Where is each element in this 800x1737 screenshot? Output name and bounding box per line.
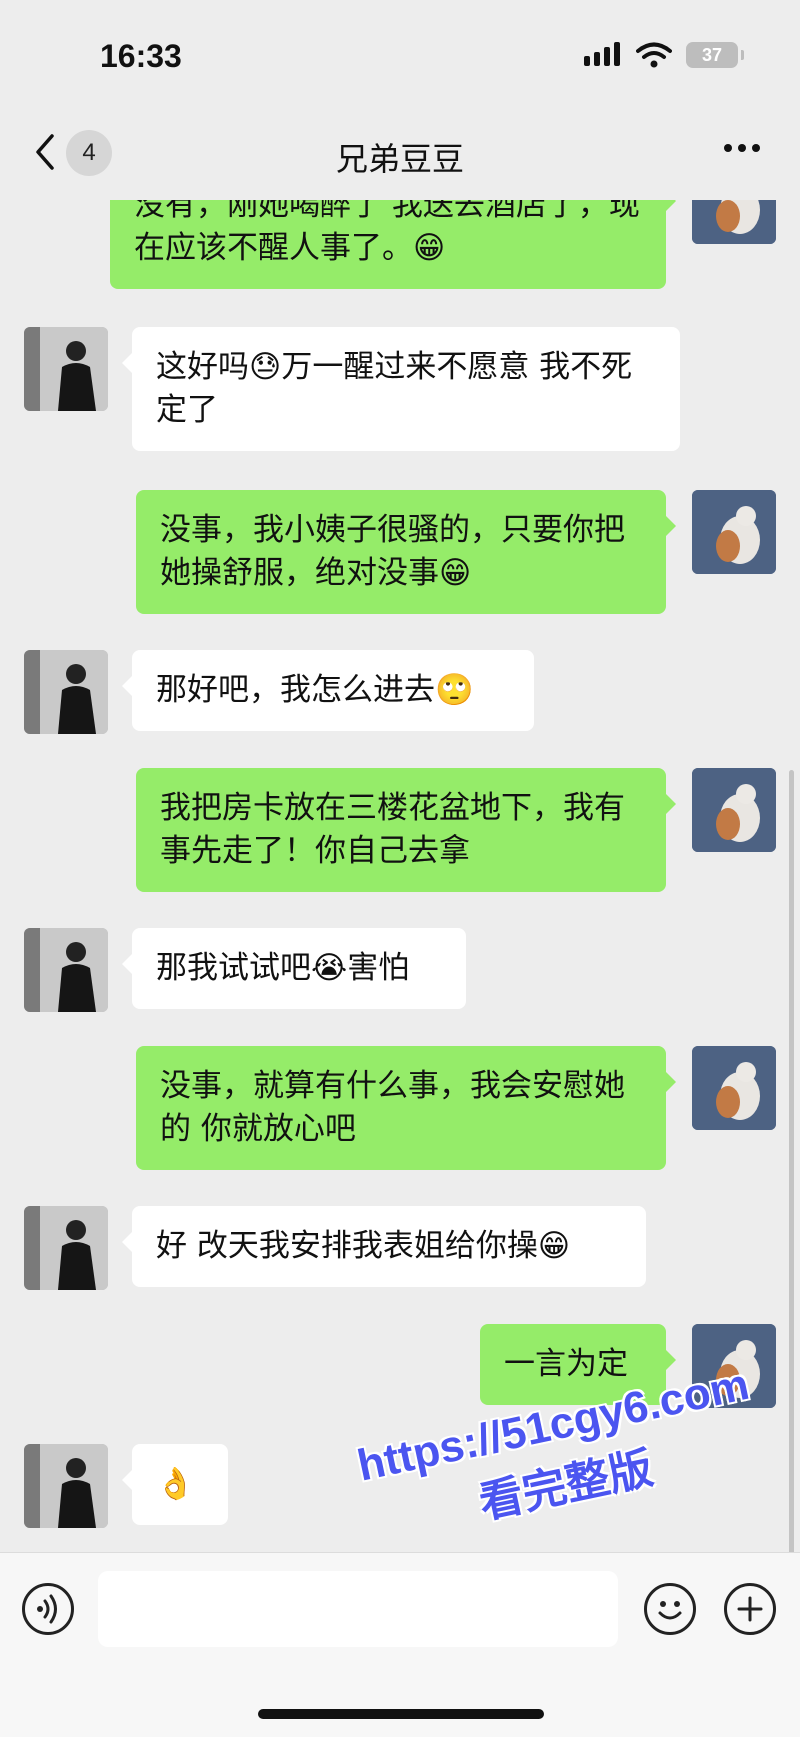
avatar[interactable] [692, 768, 776, 852]
more-dots-icon[interactable] [724, 144, 760, 152]
message-bubble-outgoing[interactable]: 没事，我小姨子很骚的，只要你把她操舒服，绝对没事😁 [136, 490, 676, 614]
message-bubble-incoming[interactable]: 👌 [122, 1444, 228, 1525]
message-list[interactable]: 没有，刚她喝醉了 我送去酒店了，现在应该不醒人事了。😁 这好吗😓万一醒过来不愿意… [0, 200, 800, 1552]
battery-indicator: 37 [686, 42, 744, 68]
message-bubble-incoming[interactable]: 好 改天我安排我表姐给你操😁 [122, 1206, 646, 1287]
avatar[interactable] [24, 327, 108, 411]
man-photo [24, 1444, 108, 1528]
man-photo [24, 928, 108, 1012]
smiley-face [658, 1601, 682, 1620]
chat-title: 兄弟豆豆 [335, 140, 464, 178]
message-bubble-incoming[interactable]: 这好吗😓万一醒过来不愿意 我不死定了 [122, 327, 680, 451]
status-icons: 37 [582, 42, 744, 68]
man-photo [24, 1206, 108, 1290]
message-bubble-outgoing[interactable]: 没事，就算有什么事，我会安慰她的 你就放心吧 [136, 1046, 676, 1170]
cat-photo [692, 768, 776, 852]
message-bubble-outgoing[interactable]: 没有，刚她喝醉了 我送去酒店了，现在应该不醒人事了。😁 [110, 200, 676, 289]
plus-icon[interactable] [724, 1583, 776, 1635]
avatar[interactable] [24, 1206, 108, 1290]
avatar[interactable] [692, 1046, 776, 1130]
voice-waves [37, 1594, 57, 1624]
plus-sign [737, 1596, 763, 1622]
chat-header: 4 兄弟豆豆 [0, 110, 800, 200]
wifi-icon [636, 42, 672, 68]
more-dot [738, 144, 746, 152]
signal-icon [584, 42, 620, 66]
message-bubble-incoming[interactable]: 那好吧，我怎么进去🙄 [122, 650, 534, 731]
status-bar: 16:33 37 [0, 0, 800, 120]
avatar[interactable] [24, 1444, 108, 1528]
man-photo [24, 327, 108, 411]
avatar[interactable] [692, 200, 776, 244]
message-input[interactable] [98, 1571, 618, 1647]
message-bubble-outgoing[interactable]: 我把房卡放在三楼花盆地下，我有事先走了！你自己去拿 [136, 768, 676, 892]
more-dot [724, 144, 732, 152]
man-photo [24, 650, 108, 734]
cat-photo [692, 1046, 776, 1130]
emoji-icon[interactable] [644, 1583, 696, 1635]
home-indicator[interactable] [258, 1709, 544, 1719]
message-bubble-incoming[interactable]: 那我试试吧😭害怕 [122, 928, 466, 1009]
more-dot [752, 144, 760, 152]
input-bar [0, 1552, 800, 1737]
avatar[interactable] [692, 490, 776, 574]
cat-photo [692, 200, 776, 244]
status-time: 16:33 [100, 38, 182, 74]
voice-icon[interactable] [22, 1583, 74, 1635]
cat-photo [692, 490, 776, 574]
avatar[interactable] [24, 928, 108, 1012]
avatar[interactable] [24, 650, 108, 734]
